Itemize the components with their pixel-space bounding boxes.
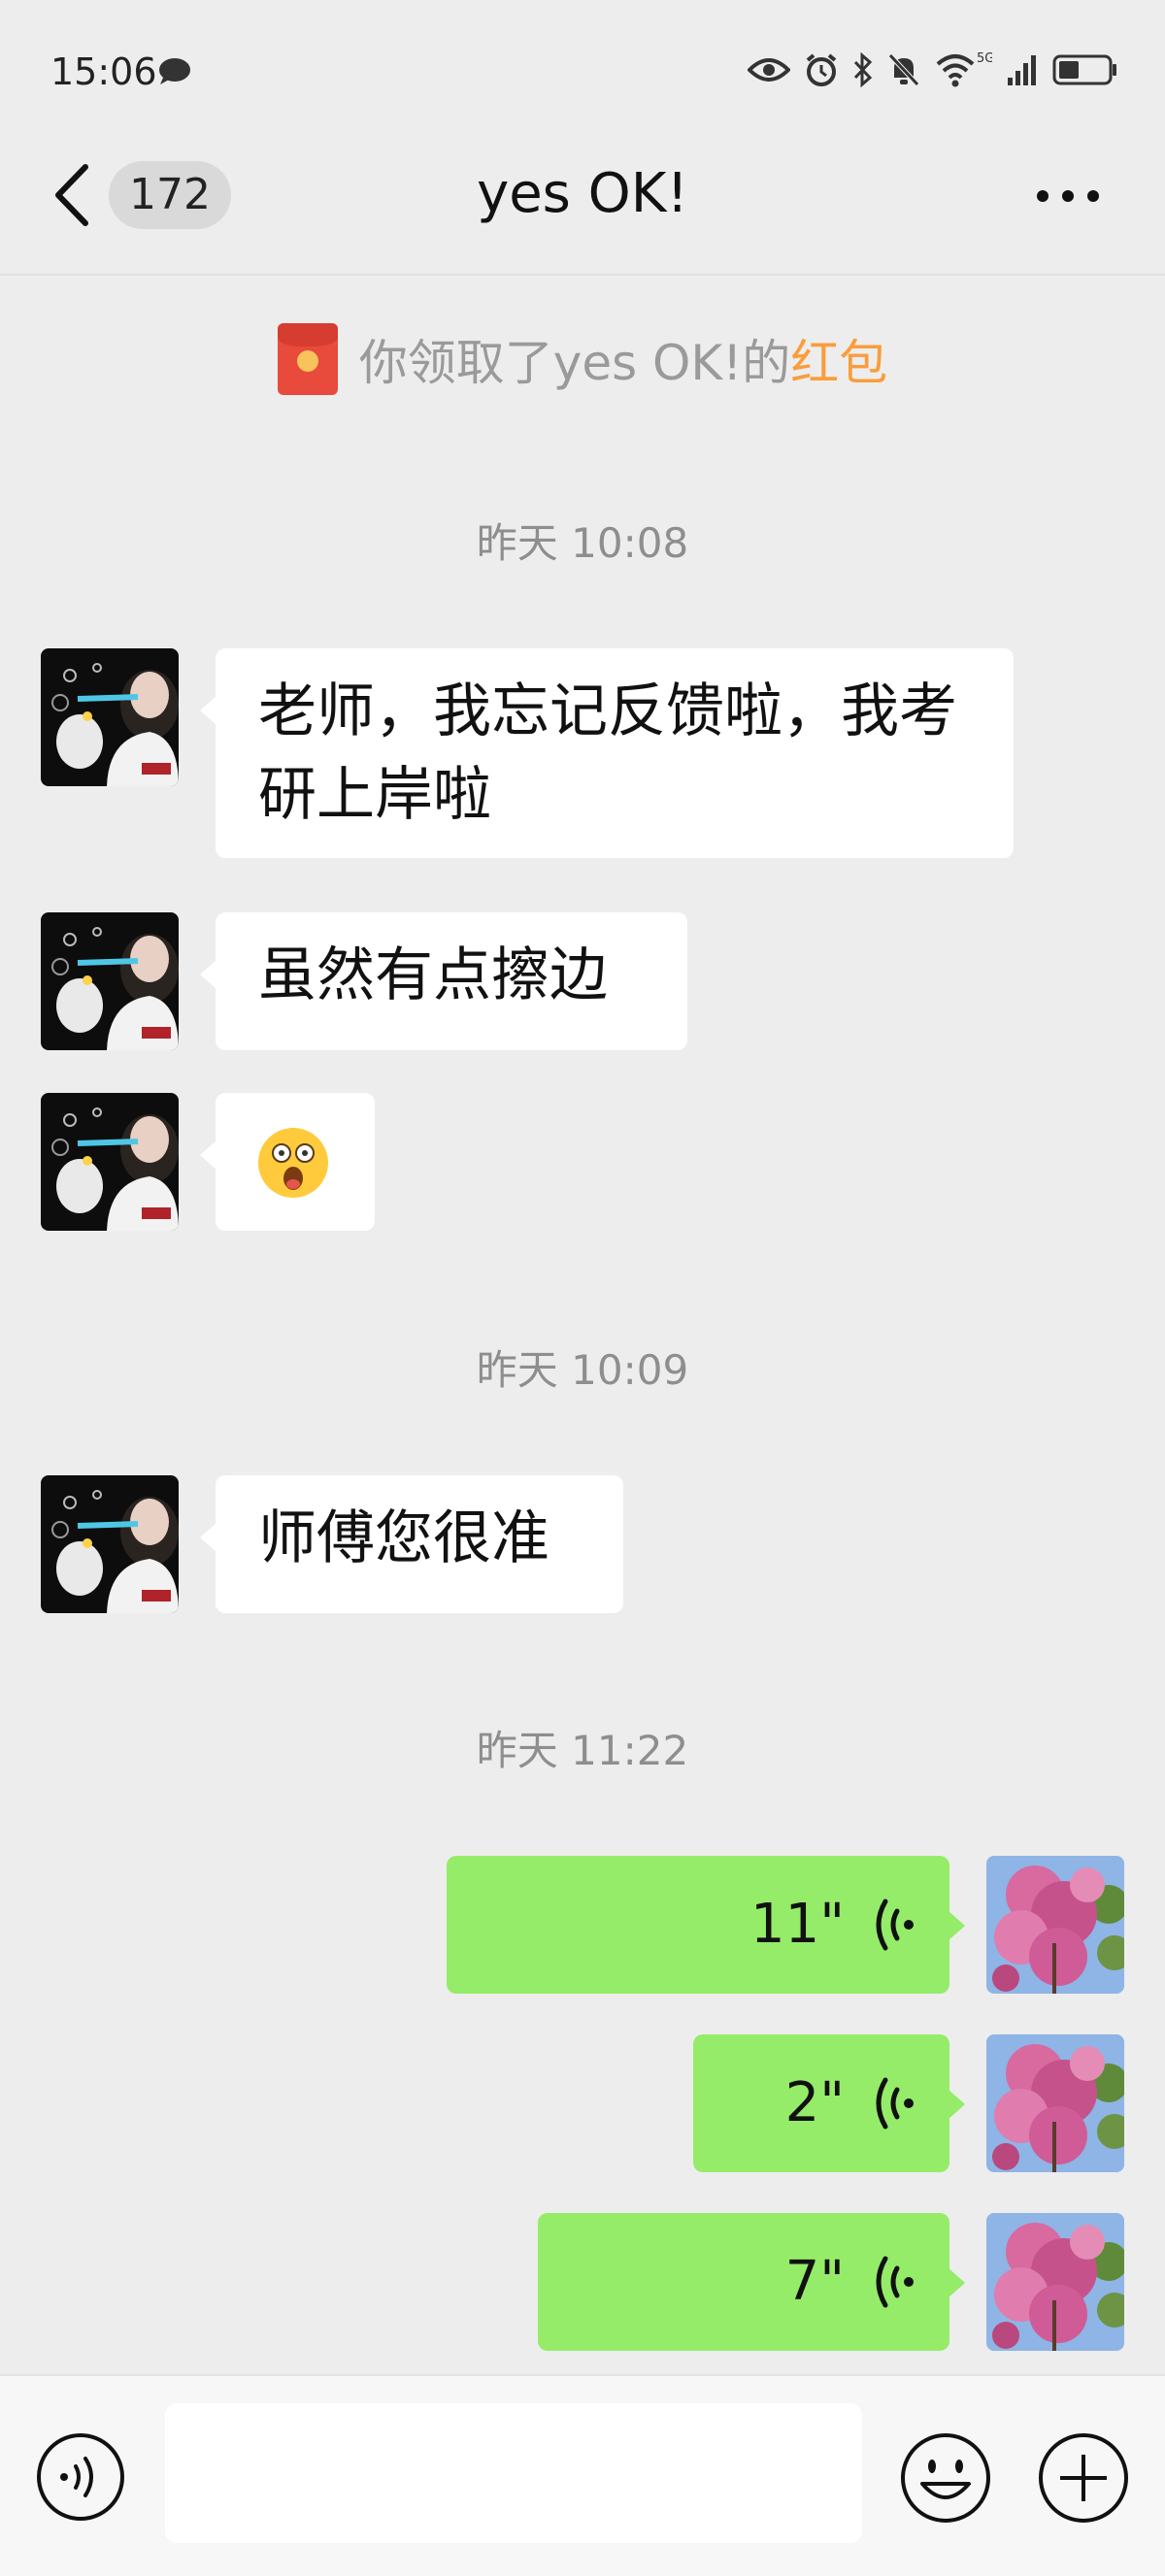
- red-packet-link[interactable]: 红包: [790, 324, 887, 394]
- chat-title: yes OK!: [477, 162, 688, 225]
- contact-avatar[interactable]: [41, 1475, 179, 1613]
- voice-input-toggle-icon[interactable]: [35, 2431, 126, 2523]
- contact-avatar[interactable]: [41, 1093, 179, 1231]
- message-bubble[interactable]: 虽然有点擦边: [200, 912, 687, 1050]
- header-divider: [0, 274, 1165, 276]
- battery-icon: [1052, 54, 1116, 85]
- notice-text: 你领取了yes OK!的: [358, 335, 791, 391]
- message-input[interactable]: [165, 2403, 862, 2543]
- voice-wave-icon: [876, 2256, 914, 2308]
- network-label: 5G: [977, 51, 992, 66]
- signal-icon: [1008, 55, 1036, 85]
- bluetooth-icon: [853, 52, 873, 87]
- message-bubble[interactable]: 师傅您很准: [200, 1475, 623, 1613]
- voice-duration: 7": [784, 2250, 845, 2313]
- message-text: 虽然有点擦边: [258, 941, 608, 1009]
- eye-icon: [748, 58, 790, 82]
- voice-message-bubble[interactable]: 11": [447, 1856, 965, 1994]
- message-text: 师傅您很准: [258, 1504, 549, 1572]
- voice-duration: 11": [749, 1893, 845, 1956]
- voice-message-bubble[interactable]: 2": [693, 2034, 965, 2172]
- more-options-icon[interactable]: [1035, 188, 1101, 204]
- contact-avatar[interactable]: [41, 648, 179, 786]
- message-bubble[interactable]: 老师，我忘记反馈啦，我考研上岸啦: [200, 648, 1014, 858]
- message-text: 老师，我忘记反馈啦，我考研上岸啦: [258, 677, 957, 829]
- message-bubble[interactable]: 😲: [200, 1093, 375, 1231]
- emoji-icon[interactable]: [899, 2431, 992, 2525]
- my-avatar[interactable]: [986, 2213, 1124, 2351]
- surprised-face-emoji-icon: [258, 1128, 328, 1198]
- timestamp: 昨天 10:09: [476, 1346, 689, 1394]
- wifi-icon: 5G: [936, 51, 992, 87]
- my-avatar[interactable]: [986, 1856, 1124, 1994]
- voice-message-bubble[interactable]: 7": [538, 2213, 965, 2351]
- voice-wave-icon: [876, 2077, 914, 2130]
- mute-bell-icon: [888, 53, 919, 86]
- voice-wave-icon: [876, 1899, 914, 1951]
- contact-avatar[interactable]: [41, 912, 179, 1050]
- red-packet-notice: 你领取了yes OK!的 红包: [0, 322, 1165, 396]
- status-time: 15:06: [50, 50, 157, 93]
- my-avatar[interactable]: [986, 2034, 1124, 2172]
- more-functions-plus-icon[interactable]: [1037, 2431, 1130, 2525]
- voice-duration: 2": [784, 2071, 845, 2134]
- red-packet-icon: [277, 323, 338, 395]
- alarm-icon: [806, 53, 837, 86]
- chat-bubble-icon: [159, 58, 190, 84]
- timestamp: 昨天 10:08: [476, 519, 689, 567]
- status-icons: 5G: [748, 50, 1118, 89]
- timestamp: 昨天 11:22: [476, 1727, 689, 1774]
